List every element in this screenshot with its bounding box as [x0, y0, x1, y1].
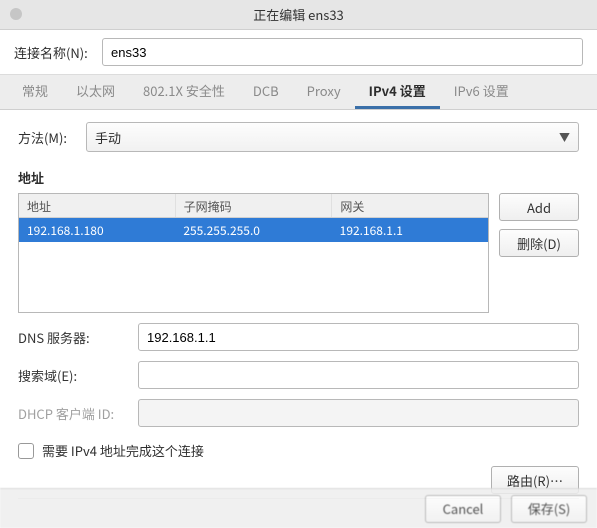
- dns-input[interactable]: [138, 323, 579, 351]
- col-gateway: 网关: [332, 194, 488, 217]
- address-buttons: Add 删除(D): [499, 193, 579, 313]
- chevron-down-icon: ▼: [559, 129, 570, 145]
- require-ipv4-checkbox[interactable]: [18, 443, 34, 459]
- addresses-header: 地址 子网掩码 网关: [19, 194, 488, 218]
- tabs: 常规 以太网 802.1X 安全性 DCB Proxy IPv4 设置 IPv6…: [0, 74, 597, 110]
- search-domains-label: 搜索域(E):: [18, 366, 128, 385]
- window-title: 正在编辑 ens33: [253, 5, 344, 24]
- extra-fields: DNS 服务器: 搜索域(E): DHCP 客户端 ID: 需要 IPv4 地址…: [18, 323, 579, 494]
- addresses-table[interactable]: 地址 子网掩码 网关 192.168.1.180 255.255.255.0 1…: [18, 193, 489, 313]
- tab-ipv4[interactable]: IPv4 设置: [355, 75, 440, 109]
- dhcp-client-id-input: [138, 399, 579, 427]
- dhcp-row: DHCP 客户端 ID:: [18, 399, 579, 427]
- search-domains-input[interactable]: [138, 361, 579, 389]
- dns-label: DNS 服务器:: [18, 328, 128, 347]
- tab-ipv6[interactable]: IPv6 设置: [440, 75, 523, 109]
- tab-general[interactable]: 常规: [8, 75, 62, 109]
- window-close-button[interactable]: [10, 8, 22, 20]
- ipv4-section: 方法(M): 手动 ▼ 地址 地址 子网掩码 网关 192.168.1.180 …: [0, 110, 597, 498]
- delete-button[interactable]: 删除(D): [499, 229, 579, 257]
- save-button[interactable]: 保存(S): [511, 495, 587, 523]
- add-button[interactable]: Add: [499, 193, 579, 221]
- dialog-footer: Cancel 保存(S): [0, 488, 597, 528]
- method-combobox[interactable]: 手动 ▼: [86, 122, 579, 152]
- method-row: 方法(M): 手动 ▼: [18, 122, 579, 152]
- connection-name-label: 连接名称(N):: [14, 43, 92, 62]
- dns-row: DNS 服务器:: [18, 323, 579, 351]
- method-label: 方法(M):: [18, 128, 72, 147]
- tab-proxy[interactable]: Proxy: [293, 75, 355, 109]
- addresses-area: 地址 子网掩码 网关 192.168.1.180 255.255.255.0 1…: [18, 193, 579, 313]
- tab-ethernet[interactable]: 以太网: [62, 75, 129, 109]
- require-ipv4-row: 需要 IPv4 地址完成这个连接: [18, 441, 579, 460]
- cell-netmask: 255.255.255.0: [175, 218, 331, 242]
- search-row: 搜索域(E):: [18, 361, 579, 389]
- dhcp-client-id-label: DHCP 客户端 ID:: [18, 404, 128, 423]
- col-address: 地址: [19, 194, 176, 217]
- connection-name-input[interactable]: [102, 38, 583, 66]
- tab-dcb[interactable]: DCB: [239, 75, 293, 109]
- col-netmask: 子网掩码: [176, 194, 333, 217]
- require-ipv4-label: 需要 IPv4 地址完成这个连接: [42, 441, 204, 460]
- cancel-button[interactable]: Cancel: [425, 495, 501, 523]
- connection-name-row: 连接名称(N):: [0, 30, 597, 74]
- cell-address: 192.168.1.180: [19, 218, 175, 242]
- addresses-heading: 地址: [18, 168, 579, 187]
- method-value: 手动: [95, 128, 121, 147]
- cell-gateway: 192.168.1.1: [332, 218, 488, 242]
- table-row[interactable]: 192.168.1.180 255.255.255.0 192.168.1.1: [19, 218, 488, 242]
- tab-security[interactable]: 802.1X 安全性: [129, 75, 239, 109]
- titlebar: 正在编辑 ens33: [0, 0, 597, 30]
